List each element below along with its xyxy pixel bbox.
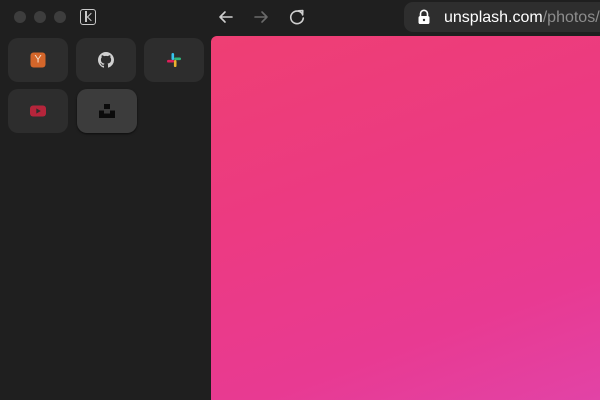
pinned-tab-unsplash[interactable] <box>77 89 137 133</box>
arrow-left-icon[interactable] <box>215 6 237 28</box>
browser-window: unsplash.com/photos/pi Y <box>0 0 600 400</box>
minimize-window-button[interactable] <box>34 11 46 23</box>
address-bar[interactable]: unsplash.com/photos/pi <box>404 2 600 32</box>
url-host: unsplash.com <box>444 9 543 26</box>
web-content-photo[interactable] <box>211 36 600 400</box>
url-text: unsplash.com/photos/pi <box>444 8 600 27</box>
pinned-tab-slack[interactable] <box>144 38 204 82</box>
reload-icon[interactable] <box>286 6 308 28</box>
zoom-window-button[interactable] <box>54 11 66 23</box>
unsplash-icon <box>99 104 115 118</box>
close-window-button[interactable] <box>14 11 26 23</box>
slack-icon <box>167 53 181 67</box>
pinned-tab-ycombinator[interactable]: Y <box>8 38 68 82</box>
url-path: /photos/pi <box>542 9 600 26</box>
title-bar: unsplash.com/photos/pi <box>0 0 600 36</box>
pinned-tab-youtube[interactable] <box>8 89 68 133</box>
arrow-right-icon[interactable] <box>250 6 272 28</box>
pinned-tab-github[interactable] <box>76 38 136 82</box>
sidebar-toggle-icon[interactable] <box>80 9 96 25</box>
youtube-icon <box>30 105 46 117</box>
github-icon <box>98 52 114 68</box>
y-combinator-icon: Y <box>30 52 46 68</box>
lock-icon <box>418 9 430 24</box>
